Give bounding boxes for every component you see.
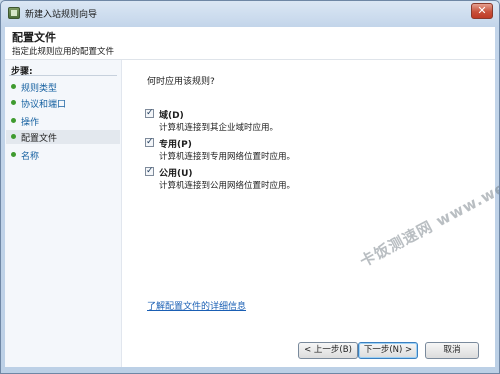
public-description: 计算机连接到公用网络位置时应用。 <box>159 181 296 191</box>
step-name[interactable]: 名称 <box>6 148 120 162</box>
domain-label[interactable]: 域(D) <box>159 108 184 121</box>
public-checkbox[interactable]: ✓ <box>145 167 154 176</box>
close-button[interactable]: ✕ <box>471 3 493 19</box>
domain-checkbox[interactable]: ✓ <box>145 109 154 118</box>
next-button[interactable]: 下一步(N) > <box>358 342 418 359</box>
step-dot-icon <box>11 100 16 105</box>
window-title: 新建入站规则向导 <box>25 10 98 20</box>
page-header: 配置文件 指定此规则应用的配置文件 <box>5 27 495 60</box>
step-label: 操作 <box>21 118 40 128</box>
private-description: 计算机连接到专用网络位置时应用。 <box>159 152 296 162</box>
step-dot-icon <box>11 134 16 139</box>
cancel-button[interactable]: 取消 <box>425 342 479 359</box>
private-checkbox[interactable]: ✓ <box>145 138 154 147</box>
step-dot-icon <box>11 118 16 123</box>
step-protocol-port[interactable]: 协议和端口 <box>6 96 120 110</box>
title-bar: 新建入站规则向导 ✕ <box>1 1 499 27</box>
step-label: 配置文件 <box>21 134 58 144</box>
private-label[interactable]: 专用(P) <box>159 137 192 150</box>
page-subtitle: 指定此规则应用的配置文件 <box>12 47 115 57</box>
step-dot-icon <box>11 84 16 89</box>
back-button[interactable]: < 上一步(B) <box>298 342 358 359</box>
steps-panel: 步骤: 规则类型 协议和端口 操作 配置文件 名称 <box>5 60 122 367</box>
step-label: 规则类型 <box>21 84 58 94</box>
question-text: 何时应用该规则? <box>147 77 215 87</box>
domain-description: 计算机连接到其企业域时应用。 <box>159 123 279 133</box>
learn-more-link[interactable]: 了解配置文件的详细信息 <box>147 299 246 312</box>
step-dot-icon <box>11 152 16 157</box>
step-rule-type[interactable]: 规则类型 <box>6 80 120 94</box>
public-label[interactable]: 公用(U) <box>159 166 193 179</box>
step-label: 协议和端口 <box>21 100 67 110</box>
step-action[interactable]: 操作 <box>6 114 120 128</box>
firewall-icon <box>8 7 20 19</box>
steps-divider <box>9 75 117 76</box>
wizard-window: 新建入站规则向导 ✕ 配置文件 指定此规则应用的配置文件 步骤: 规则类型 协议… <box>0 0 500 374</box>
page-title: 配置文件 <box>12 31 56 44</box>
step-profile[interactable]: 配置文件 <box>6 130 120 144</box>
step-label: 名称 <box>21 152 40 162</box>
